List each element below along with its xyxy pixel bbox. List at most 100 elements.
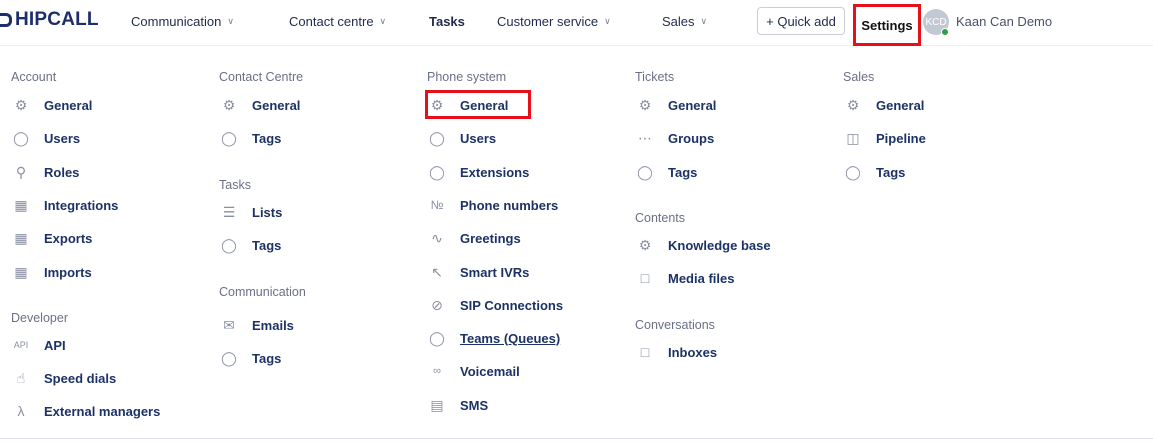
email-icon: ✉ (223, 316, 235, 333)
sip-icon: ⊘ (431, 296, 443, 313)
import-icon: ▦ (14, 263, 28, 280)
gear-icon: ⚙ (222, 96, 236, 113)
nav-tasks[interactable]: Tasks (429, 14, 465, 29)
menu-item-label: Integrations (44, 197, 119, 213)
section-title-account: Account (11, 70, 57, 84)
menu-item-label: Tags (668, 164, 698, 180)
menu-item-label: Imports (44, 264, 92, 280)
menu-item-label: Smart IVRs (460, 264, 530, 280)
menu-item-label: Voicemail (460, 363, 520, 379)
menu-item-label: Inboxes (668, 344, 718, 360)
menu-item-label: General (668, 97, 717, 113)
menu-item-label: Lists (252, 204, 283, 220)
tickets-general-link[interactable]: ⚙ General (635, 95, 717, 115)
nav-customer-service-label: Customer service (497, 14, 599, 29)
user-icon: ◯ (13, 129, 29, 146)
phone-system-extensions-link[interactable]: ◯ Extensions (427, 162, 529, 182)
menu-item-label: Emails (252, 317, 294, 333)
hipcall-logo[interactable]: HIPCALL (0, 9, 99, 31)
user-name[interactable]: Kaan Can Demo (956, 14, 1052, 29)
online-status-indicator (941, 28, 949, 36)
phone-system-sms-link[interactable]: ▤ SMS (427, 395, 488, 415)
group-icon: ⋯ (638, 129, 652, 146)
contents-knowledge-base-link[interactable]: ⚙ Knowledge base (635, 235, 771, 255)
phone-system-sip-connections-link[interactable]: ⊘ SIP Connections (427, 295, 563, 315)
communication-emails-link[interactable]: ✉ Emails (219, 315, 294, 335)
account-integrations-link[interactable]: ▦ Integrations (11, 195, 118, 215)
integrations-icon: ▦ (14, 196, 28, 213)
nav-customer-service[interactable]: Customer service ∨ (497, 14, 611, 29)
phone-system-smart-ivrs-link[interactable]: ↖ Smart IVRs (427, 262, 529, 282)
phone-system-teams-queues-link[interactable]: ◯ Teams (Queues) (427, 328, 560, 348)
settings-button[interactable]: Settings (853, 4, 921, 46)
conversations-inboxes-link[interactable]: □ Inboxes (635, 342, 717, 362)
chevron-down-icon: ∨ (604, 16, 611, 26)
section-title-contents: Contents (635, 211, 686, 225)
phone-system-voicemail-link[interactable]: ∞ Voicemail (427, 361, 520, 381)
section-title-conversations: Conversations (635, 318, 715, 332)
menu-item-label: General (876, 97, 925, 113)
sales-general-link[interactable]: ⚙ General (843, 95, 925, 115)
nav-communication[interactable]: Communication ∨ (131, 14, 234, 29)
tasks-lists-link[interactable]: ☰ Lists (219, 202, 283, 222)
menu-item-label: General (252, 97, 301, 113)
account-users-link[interactable]: ◯ Users (11, 128, 80, 148)
sales-pipeline-link[interactable]: ◫ Pipeline (843, 128, 926, 148)
section-title-contact-centre: Contact Centre (219, 70, 304, 84)
menu-item-label: Tags (876, 164, 906, 180)
tag-icon: ◯ (845, 163, 861, 180)
phone-system-general-link[interactable]: ⚙ General (427, 95, 509, 115)
menu-item-label: Pipeline (876, 130, 926, 146)
chevron-down-icon: ∨ (379, 16, 387, 26)
menu-item-label: SMS (460, 397, 489, 413)
extension-icon: ◯ (429, 163, 445, 180)
user-icon: ◯ (429, 129, 445, 146)
phone-system-users-link[interactable]: ◯ Users (427, 128, 496, 148)
nav-communication-label: Communication (131, 14, 222, 29)
section-title-tickets: Tickets (635, 70, 675, 84)
gear-icon: ⚙ (846, 96, 860, 113)
greeting-icon: ∿ (431, 229, 443, 246)
quick-add-button[interactable]: + Quick add (757, 7, 845, 35)
communication-tags-link[interactable]: ◯ Tags (219, 348, 281, 368)
menu-item-label: Greetings (460, 230, 521, 246)
list-icon: ☰ (222, 203, 236, 220)
logo-mark-icon (0, 13, 12, 27)
phone-system-phone-numbers-link[interactable]: № Phone numbers (427, 195, 559, 215)
menu-item-label: Groups (668, 130, 715, 146)
nav-sales-label: Sales (662, 14, 695, 29)
contact-centre-tags-link[interactable]: ◯ Tags (219, 128, 281, 148)
tickets-groups-link[interactable]: ⋯ Groups (635, 128, 714, 148)
lambda-icon: λ (17, 403, 25, 419)
nav-contact-centre-label: Contact centre (289, 14, 374, 29)
menu-item-label: Extensions (460, 164, 530, 180)
account-roles-link[interactable]: ⚲ Roles (11, 162, 80, 182)
voicemail-icon: ∞ (433, 365, 441, 377)
contents-media-files-link[interactable]: □ Media files (635, 268, 735, 288)
sales-tags-link[interactable]: ◯ Tags (843, 162, 905, 182)
tag-icon: ◯ (221, 129, 237, 146)
nav-sales[interactable]: Sales ∨ (662, 14, 707, 29)
tasks-tags-link[interactable]: ◯ Tags (219, 235, 281, 255)
api-icon: API (13, 340, 29, 350)
menu-item-label: Roles (44, 164, 80, 180)
developer-speed-dials-link[interactable]: ☝ Speed dials (11, 368, 117, 388)
menu-item-label: General (460, 97, 509, 113)
phone-system-greetings-link[interactable]: ∿ Greetings (427, 228, 521, 248)
developer-external-managers-link[interactable]: λ External managers (11, 401, 161, 421)
number-icon: № (430, 198, 444, 212)
tag-icon: ◯ (221, 236, 237, 253)
tickets-tags-link[interactable]: ◯ Tags (635, 162, 697, 182)
developer-api-link[interactable]: API API (11, 335, 66, 355)
account-imports-link[interactable]: ▦ Imports (11, 262, 92, 282)
account-general-link[interactable]: ⚙ General (11, 95, 93, 115)
menu-item-label: Media files (668, 270, 735, 286)
contact-centre-general-link[interactable]: ⚙ General (219, 95, 301, 115)
tag-icon: ◯ (637, 163, 653, 180)
chevron-down-icon: ∨ (227, 16, 234, 26)
nav-contact-centre[interactable]: Contact centre ∨ (289, 14, 386, 29)
menu-item-label: Knowledge base (668, 237, 771, 253)
menu-item-label: General (44, 97, 93, 113)
menu-item-label: Users (44, 130, 81, 146)
account-exports-link[interactable]: ▦ Exports (11, 228, 92, 248)
